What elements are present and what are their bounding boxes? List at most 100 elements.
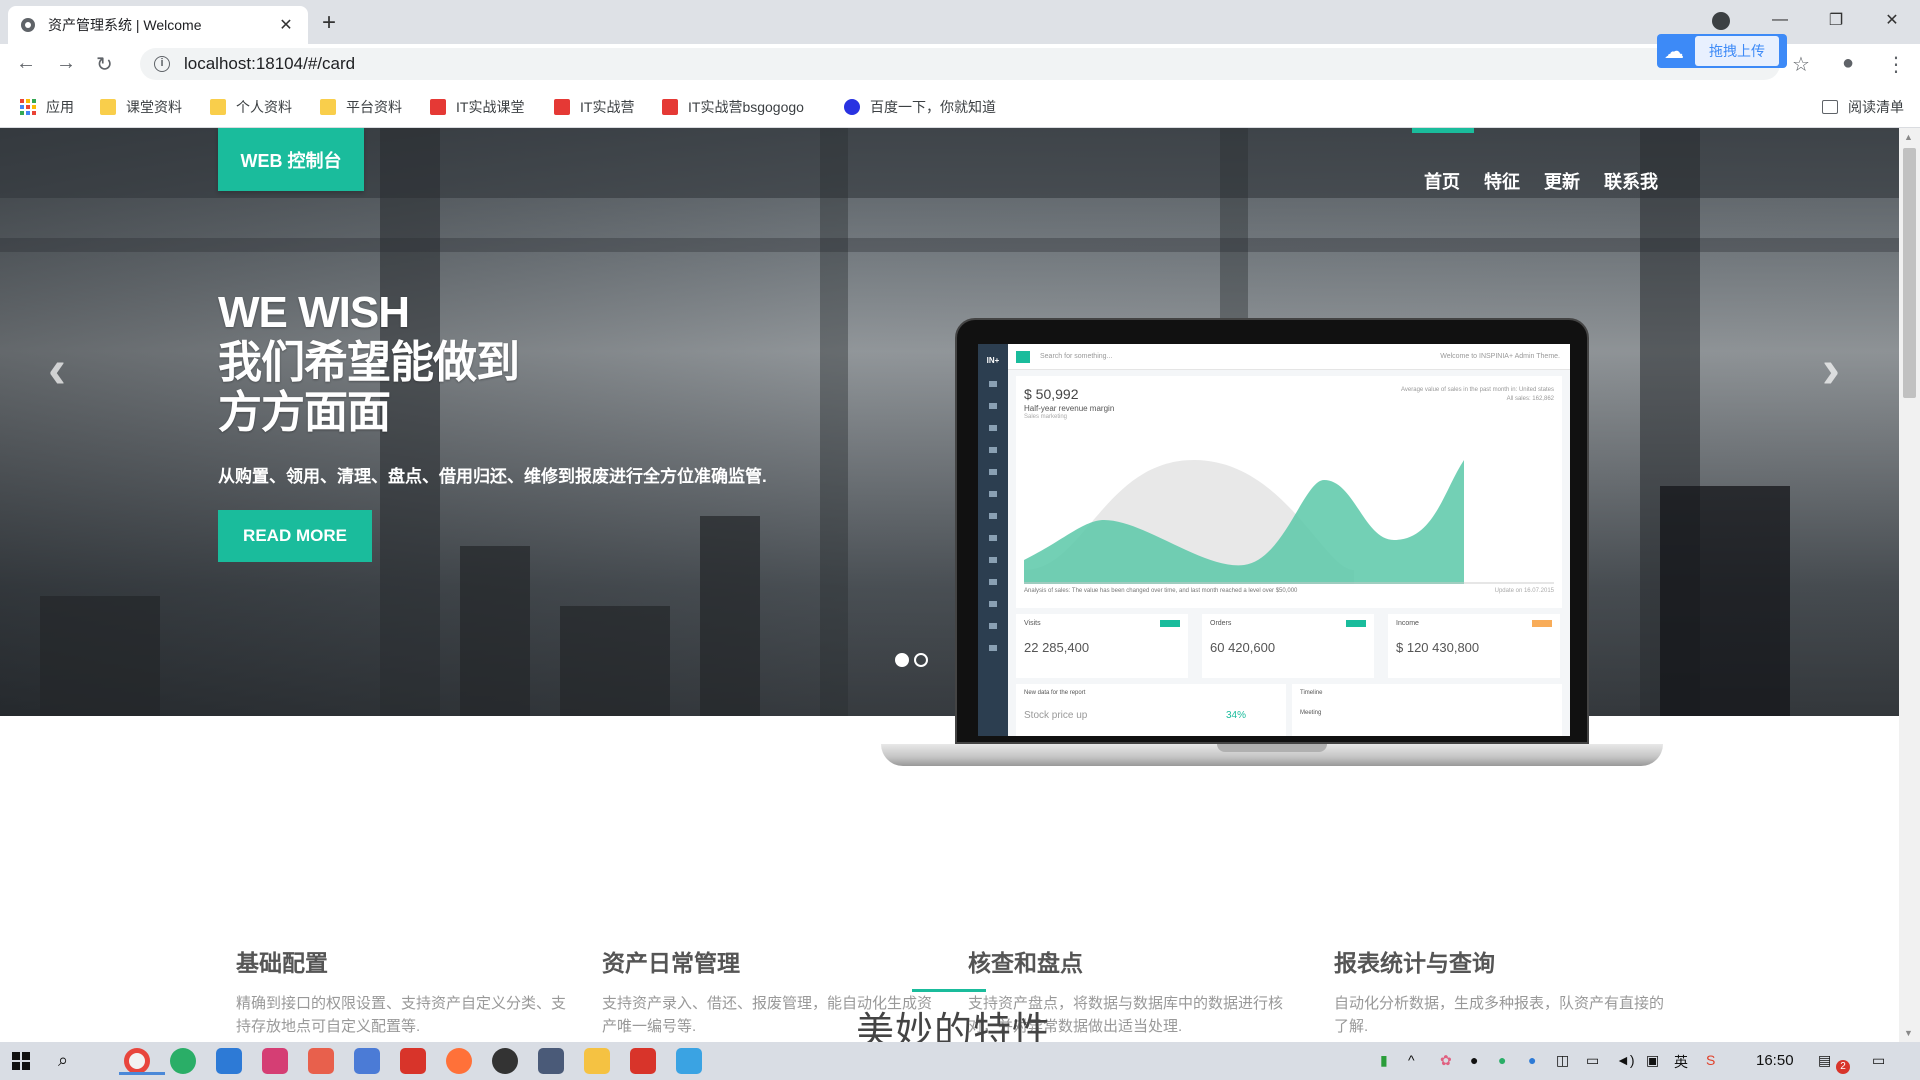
network-icon[interactable]: ▣	[1646, 1052, 1659, 1069]
browser-tab[interactable]: 资产管理系统 | Welcome ✕	[8, 6, 308, 44]
scroll-down-icon[interactable]: ▼	[1904, 1028, 1913, 1038]
tray-expand-icon[interactable]: ^	[1408, 1052, 1415, 1068]
restore-icon[interactable]: ❐	[1808, 10, 1864, 30]
feature-title: 核查和盘点	[968, 950, 1083, 976]
bookmark-site[interactable]: IT实战营bsgogogo	[662, 97, 804, 117]
baidu-icon	[844, 99, 860, 115]
action-center-icon[interactable]: ▭	[1872, 1052, 1885, 1069]
stat-label: Orders	[1210, 620, 1232, 627]
bookmark-folder[interactable]: 个人资料	[210, 97, 292, 117]
chart-note: All sales: 162,862	[1506, 396, 1554, 402]
mic-icon[interactable]: ●	[1470, 1052, 1478, 1068]
forward-icon[interactable]: →	[56, 52, 76, 75]
stat-value: 22 285,400	[1024, 640, 1090, 655]
app-icon[interactable]	[354, 1048, 380, 1074]
ime-indicator[interactable]: 英	[1674, 1052, 1688, 1072]
bookmark-site[interactable]: IT实战营	[554, 97, 634, 117]
scrollbar-thumb[interactable]	[1903, 148, 1916, 398]
tab-search-icon[interactable]	[1712, 12, 1730, 30]
read-more-button[interactable]: READ MORE	[218, 510, 372, 562]
firefox-icon[interactable]	[446, 1048, 472, 1074]
brand-logo[interactable]: WEB 控制台	[218, 128, 364, 191]
hero-subtitle: 从购置、领用、清理、盘点、借用归还、维修到报废进行全方位准确监管.	[218, 467, 767, 486]
bookmark-site[interactable]: IT实战课堂	[430, 97, 524, 117]
laptop-mockup: IN+ Search for something... Welcome to I…	[881, 318, 1663, 778]
city-building	[460, 546, 530, 716]
chart-notes: Average value of sales in the past month…	[1401, 386, 1554, 404]
tab-close-icon[interactable]: ✕	[276, 15, 296, 35]
tray-app-icon[interactable]: ●	[1528, 1052, 1536, 1068]
search-icon[interactable]: ⌕	[58, 1050, 68, 1071]
timeline-item: Meeting	[1300, 710, 1322, 716]
feature-title: 基础配置	[236, 950, 328, 976]
stat-value: $ 120 430,800	[1396, 640, 1480, 655]
nav-active-indicator	[1412, 128, 1474, 133]
address-bar[interactable]: i localhost:18104/#/card	[140, 48, 1780, 80]
nav-home[interactable]: 首页	[1424, 168, 1460, 194]
nav-contact[interactable]: 联系我	[1604, 168, 1658, 194]
reload-icon[interactable]: ↻	[96, 52, 113, 77]
windows-start-icon[interactable]	[12, 1052, 30, 1070]
report-text: Stock price up	[1024, 710, 1088, 721]
bookmark-star-icon[interactable]: ☆	[1792, 52, 1810, 77]
bookmark-apps[interactable]: 应用	[20, 97, 74, 117]
dashboard-search: Search for something...	[1040, 353, 1113, 360]
close-window-icon[interactable]: ✕	[1864, 10, 1920, 30]
vscode-icon[interactable]	[216, 1048, 242, 1074]
battery-tray-icon[interactable]: ▮	[1380, 1052, 1388, 1069]
carousel-prev-icon[interactable]: ‹	[48, 338, 66, 400]
bookmark-folder[interactable]: 平台资料	[320, 97, 402, 117]
app-icon[interactable]	[308, 1048, 334, 1074]
wechat-icon[interactable]	[170, 1048, 196, 1074]
settings-icon[interactable]	[538, 1048, 564, 1074]
bookmark-folder[interactable]: 课堂资料	[100, 97, 182, 117]
url-text[interactable]: localhost:18104/#/card	[184, 54, 355, 74]
explorer-icon[interactable]	[584, 1048, 610, 1074]
clock[interactable]: 16:50	[1756, 1052, 1794, 1069]
carousel-indicators	[895, 653, 928, 667]
stat-badge	[1532, 620, 1552, 627]
tray-app-icon[interactable]: ✿	[1440, 1052, 1452, 1069]
notification-icon[interactable]: ▤	[1818, 1052, 1831, 1069]
browser-toolbar: ← → ↻ i localhost:18104/#/card	[0, 44, 1920, 85]
section-title: 美妙的特性	[856, 1011, 1052, 1042]
volume-icon[interactable]: ◄)	[1616, 1052, 1635, 1068]
carousel-next-icon[interactable]: ›	[1822, 338, 1840, 400]
page-scrollbar[interactable]: ▲ ▼	[1899, 128, 1920, 1042]
reading-list-icon	[1822, 100, 1838, 114]
feature-item: 基础配置 精确到接口的权限设置、支持资产自定义分类、支持存放地点可自定义配置等.	[236, 944, 566, 1038]
hero-carousel: WEB 控制台 首页 特征 更新 联系我 WE WISH 我们希望能做到 方方面…	[0, 128, 1899, 716]
power-icon[interactable]: ▭	[1586, 1052, 1599, 1069]
nav-features[interactable]: 特征	[1484, 168, 1520, 194]
scroll-up-icon[interactable]: ▲	[1904, 132, 1913, 142]
laptop-lid: IN+ Search for something... Welcome to I…	[955, 318, 1589, 744]
new-tab-button[interactable]: +	[322, 9, 336, 37]
wps-icon[interactable]	[400, 1048, 426, 1074]
tray-app-icon[interactable]: ◫	[1556, 1052, 1569, 1069]
laptop-notch	[1217, 744, 1327, 752]
account-icon[interactable]: ●	[1842, 52, 1854, 75]
carousel-dot[interactable]	[895, 653, 909, 667]
bookmark-site[interactable]: 百度一下，你就知道	[844, 97, 996, 117]
upload-extension-button[interactable]: ☁ 拖拽上传	[1657, 34, 1787, 68]
menu-icon[interactable]: ⋮	[1886, 52, 1906, 77]
bookmark-label: 课堂资料	[126, 99, 182, 115]
dashboard-topbar: Search for something... Welcome to INSPI…	[1008, 344, 1570, 370]
nav-updates[interactable]: 更新	[1544, 168, 1580, 194]
city-building	[40, 596, 160, 716]
back-icon[interactable]: ←	[16, 52, 36, 75]
stat-label: Visits	[1024, 620, 1041, 627]
chrome-icon[interactable]	[119, 1048, 165, 1075]
timeline-title: Timeline	[1300, 690, 1323, 696]
info-icon[interactable]: i	[154, 56, 170, 72]
app-icon[interactable]	[676, 1048, 702, 1074]
app-icon[interactable]	[630, 1048, 656, 1074]
idea-icon[interactable]	[262, 1048, 288, 1074]
sogou-icon[interactable]: S	[1706, 1052, 1715, 1068]
app-icon[interactable]	[492, 1048, 518, 1074]
wechat-tray-icon[interactable]: ●	[1498, 1052, 1506, 1068]
carousel-dot[interactable]	[914, 653, 928, 667]
minimize-icon[interactable]: —	[1752, 11, 1808, 29]
reading-list-label: 阅读清单	[1848, 99, 1904, 115]
reading-list[interactable]: 阅读清单	[1822, 97, 1904, 117]
